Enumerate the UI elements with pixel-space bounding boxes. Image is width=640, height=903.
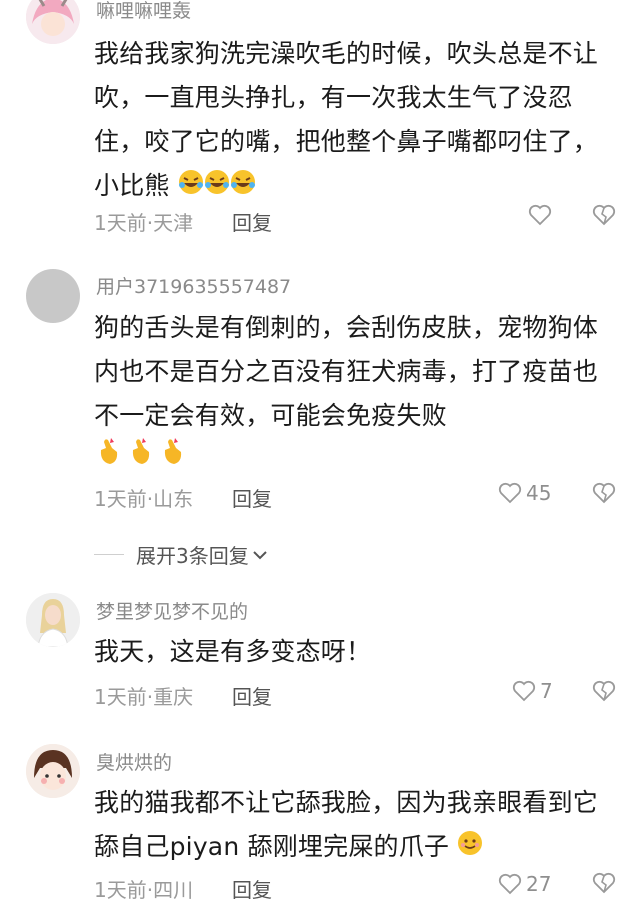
expand-replies-label: 展开3条回复 bbox=[136, 544, 249, 568]
comment-text-content: 我的猫我都不让它舔我脸，因为我亲眼看到它舔自己piyan 舔刚埋完屎的爪子 bbox=[94, 788, 599, 861]
comment-text-content: 我给我家狗洗完澡吹毛的时候，吹头总是不让吹，一直甩头挣扎，有一次我太生气了没忍住… bbox=[94, 39, 599, 200]
reply-button[interactable]: 回复 bbox=[232, 681, 272, 710]
comment-text: 我给我家狗洗完澡吹毛的时候，吹头总是不让吹，一直甩头挣扎，有一次我太生气了没忍住… bbox=[94, 32, 604, 209]
reply-button[interactable]: 回复 bbox=[232, 483, 272, 512]
rofl-emoji bbox=[204, 165, 230, 209]
like-button[interactable]: 45 bbox=[498, 481, 551, 505]
username[interactable]: 用户3719635557487 bbox=[96, 272, 291, 299]
emoji-row bbox=[96, 436, 186, 470]
time-location: 1天前·天津 bbox=[94, 211, 194, 235]
comment-text-content: 狗的舌头是有倒刺的，会刮伤皮肤，宠物狗体内也不是百分之百没有狂犬病毒，打了疫苗也… bbox=[94, 313, 599, 430]
like-button[interactable]: 7 bbox=[512, 679, 553, 703]
dislike-button[interactable] bbox=[592, 204, 616, 230]
smile-emoji bbox=[457, 826, 483, 870]
username[interactable]: 臭烘烘的 bbox=[96, 748, 172, 775]
divider bbox=[94, 554, 124, 555]
chevron-down-icon bbox=[253, 550, 267, 559]
like-count: 27 bbox=[526, 872, 552, 896]
comment-text: 我的猫我都不让它舔我脸，因为我亲眼看到它舔自己piyan 舔刚埋完屎的爪子 bbox=[94, 781, 604, 870]
username[interactable]: 嘛哩嘛哩轰 bbox=[96, 0, 191, 23]
broken-heart-icon bbox=[592, 872, 616, 894]
reply-button[interactable]: 回复 bbox=[232, 874, 272, 903]
avatar[interactable] bbox=[26, 744, 80, 798]
broken-heart-icon bbox=[592, 482, 616, 504]
heart-outline-icon bbox=[498, 482, 522, 504]
dislike-button[interactable] bbox=[592, 680, 616, 706]
dislike-button[interactable] bbox=[592, 482, 616, 508]
like-count: 7 bbox=[540, 679, 553, 703]
avatar[interactable] bbox=[26, 0, 80, 44]
time-location: 1天前·山东 bbox=[94, 487, 194, 511]
time-location: 1天前·重庆 bbox=[94, 685, 194, 709]
finger-heart-emoji bbox=[96, 436, 122, 470]
heart-outline-icon bbox=[512, 680, 536, 702]
finger-heart-emoji bbox=[160, 436, 186, 470]
heart-outline-icon bbox=[498, 873, 522, 895]
broken-heart-icon bbox=[592, 204, 616, 226]
like-button[interactable]: 27 bbox=[498, 872, 551, 896]
dislike-button[interactable] bbox=[592, 872, 616, 898]
like-button[interactable] bbox=[528, 204, 556, 226]
reply-button[interactable]: 回复 bbox=[232, 207, 272, 236]
like-count: 45 bbox=[526, 481, 552, 505]
comment-text: 我天，这是有多变态呀！ bbox=[94, 630, 604, 674]
rofl-emoji bbox=[230, 165, 256, 209]
avatar[interactable] bbox=[26, 593, 80, 647]
time-location: 1天前·四川 bbox=[94, 878, 194, 902]
comment-text: 狗的舌头是有倒刺的，会刮伤皮肤，宠物狗体内也不是百分之百没有狂犬病毒，打了疫苗也… bbox=[94, 306, 604, 438]
username[interactable]: 梦里梦见梦不见的 bbox=[96, 597, 248, 624]
finger-heart-emoji bbox=[128, 436, 154, 470]
comment-text-content: 我天，这是有多变态呀！ bbox=[94, 637, 372, 666]
heart-outline-icon bbox=[528, 204, 552, 226]
rofl-emoji bbox=[178, 165, 204, 209]
avatar[interactable] bbox=[26, 269, 80, 323]
expand-replies-button[interactable]: 展开3条回复 bbox=[94, 540, 269, 569]
broken-heart-icon bbox=[592, 680, 616, 702]
